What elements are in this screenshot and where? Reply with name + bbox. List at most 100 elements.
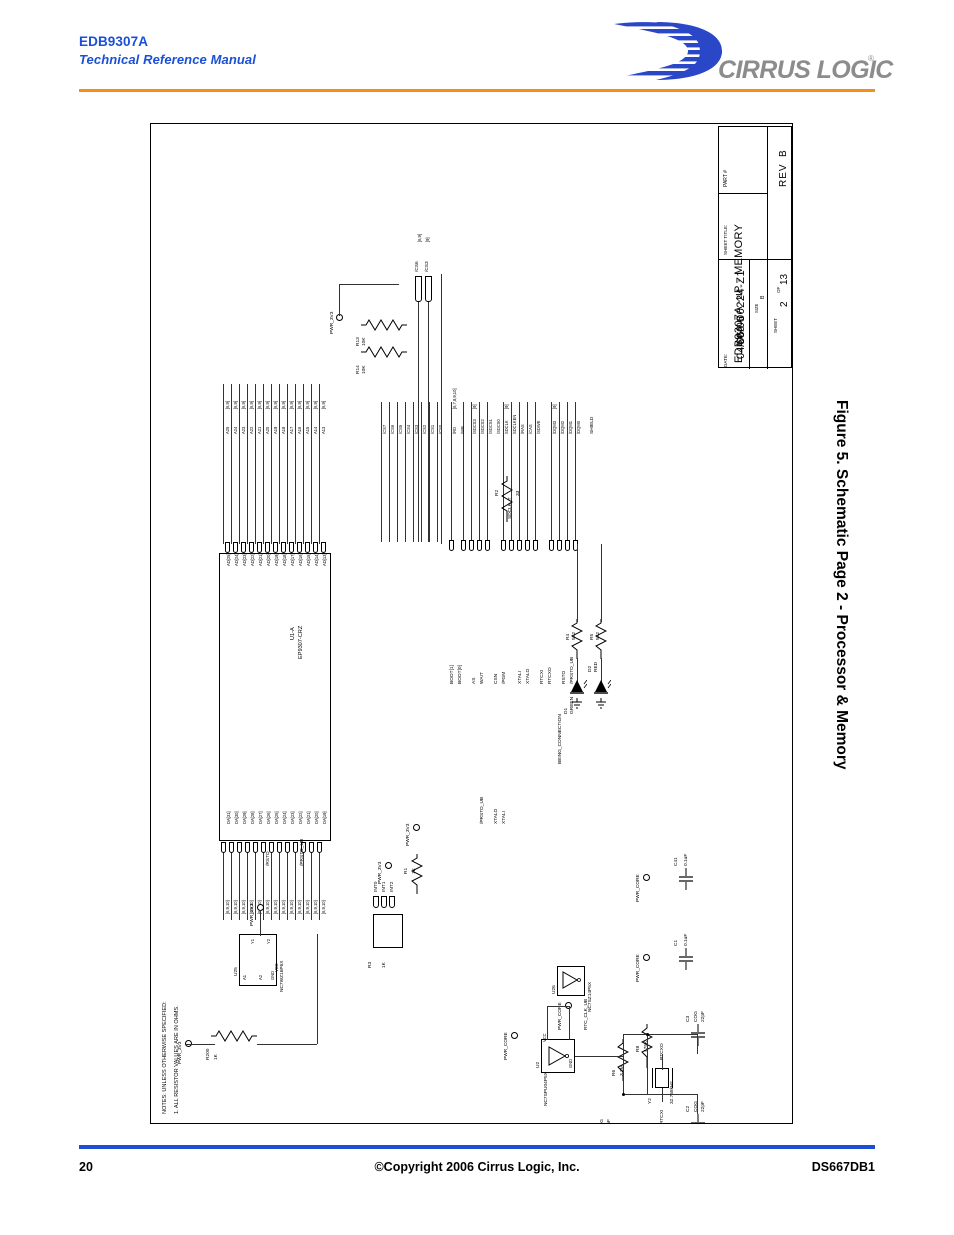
net-label-dqm1: /DQM1 xyxy=(568,421,573,434)
ic-u25-pin-a1: A1 xyxy=(242,974,247,980)
sheet-ref-da24: [6,9,10] xyxy=(281,900,286,914)
document-footer: 20 ©Copyright 2006 Cirrus Logic, Inc. DS… xyxy=(0,1140,954,1200)
sheet-ref-rdwr: [6,7,8,9,10] xyxy=(452,388,457,410)
resistor-r200-symbol xyxy=(211,1030,257,1042)
resistor-r2-value: 33 xyxy=(516,490,521,496)
resistor-r14-value: 10K xyxy=(362,365,367,374)
power-label-pwr3v3-r200: PWR_3V3 xyxy=(178,1041,183,1064)
pin-label-ad21: AD[21] xyxy=(258,553,263,566)
ic-u2-refdes: U2 xyxy=(536,1061,541,1068)
pin-label-da29: DA[29] xyxy=(242,811,247,824)
main-ic-part: EP9307-CRZ xyxy=(298,625,304,659)
net-label-xtalo: XTALO xyxy=(494,808,499,824)
crystal-y2-body xyxy=(655,1068,669,1088)
sheet-ref-a13: [6,9] xyxy=(321,401,326,409)
net-label-a14: A14 xyxy=(313,426,318,434)
cirrus-swoosh-icon xyxy=(614,22,722,80)
notes-heading: NOTES: UNLESS OTHERWISE SPECIFIED: xyxy=(162,1001,168,1114)
titleblock-part-label: PART # xyxy=(723,170,729,187)
net-label-shield: SHIELD xyxy=(590,416,595,434)
power-port-pwr3v3-r1 xyxy=(413,824,420,831)
net-label-cs2: /CS2 xyxy=(422,424,427,434)
net-label-sdclken: SDCLKEN xyxy=(512,414,517,434)
main-ic-body[interactable] xyxy=(219,553,331,841)
titleblock-rev-label: REV xyxy=(778,163,789,187)
ic-u2-pin-gnd: GND xyxy=(568,1058,573,1068)
pin-label-csn: CSN xyxy=(494,673,499,684)
net-label-cs6-pullup: /CS6 xyxy=(415,261,420,272)
capacitor-c3-refdes: C3 xyxy=(686,1015,691,1022)
inverter-u2-symbol xyxy=(548,1046,569,1066)
capacitor-c3-value: 22pF xyxy=(701,1011,706,1022)
sheet-ref-a24: [6,9] xyxy=(233,401,238,409)
pin-label-da31: DA[31] xyxy=(226,811,231,824)
resistor-r3-value: 1K xyxy=(382,962,387,968)
figure-caption: Figure 5. Schematic Page 2 - Processor &… xyxy=(833,400,850,770)
net-label-a24: A24 xyxy=(233,426,238,434)
footer-document-number: DS667DB1 xyxy=(811,1160,875,1174)
titleblock-sheet-number: 2 xyxy=(779,301,790,307)
ic-u25-refdes: U25 xyxy=(234,967,239,976)
titleblock-size-label: SIZE xyxy=(754,303,759,313)
sheet-ref-cs3: [9] xyxy=(425,237,430,242)
capacitor-c5-dielectric: COG xyxy=(600,1119,606,1123)
ic-u25-pin-vcc: VCC xyxy=(274,963,279,972)
resistor-r2-refdes: R2 xyxy=(495,489,500,496)
net-label-prsto-ub: /PRSTO_UB xyxy=(480,796,485,824)
net-label-cs7: /CS7 xyxy=(382,424,387,434)
sheet-ref-a21: [6,9] xyxy=(257,401,262,409)
pin-label-da21: DA[21] xyxy=(306,811,311,824)
titleblock-sheet-title-label: SHEET TITLE: xyxy=(723,224,728,255)
net-label-prsto: /PRSTO_UB xyxy=(300,838,305,866)
net-label-rtc-clk-note: BEING_CONNECTION xyxy=(558,714,563,764)
ic-u25-part: NC7WZ16P6X xyxy=(280,960,285,992)
ic-u2-part: NC7SPU04P5X xyxy=(544,1072,549,1106)
capacitor-c3-symbol xyxy=(691,1024,705,1046)
sheet-ref-da31: [6,9,10] xyxy=(225,900,230,914)
power-label-pwr3v3-cs: PWR_3V3 xyxy=(330,311,335,334)
net-label-a23: A23 xyxy=(241,426,246,434)
sheet-ref-a17: [6,9] xyxy=(289,401,294,409)
power-port-pwr-core-u26 xyxy=(511,1032,518,1039)
sheet-ref-a14: [6,9] xyxy=(313,401,318,409)
pin-label-ad14: AD[14] xyxy=(314,553,319,566)
power-port-pwr-core-c41 xyxy=(643,874,650,881)
sheet-ref-a15: [6,9] xyxy=(305,401,310,409)
sheet-ref-sdcs: [9] xyxy=(472,404,477,409)
titleblock-sheet-label: SHEET xyxy=(773,317,778,333)
document-page: EDB9307A Technical Reference Manual CIRR… xyxy=(0,0,954,1235)
header-title-block: EDB9307A Technical Reference Manual xyxy=(79,33,256,68)
sheet-ref-dqm: [9] xyxy=(552,404,557,409)
net-label-rtcxi: RTCXI xyxy=(660,1109,665,1124)
resistor-r2-symbol xyxy=(501,476,513,522)
ground-symbol-d2 xyxy=(596,698,606,709)
pin-label-as: AS xyxy=(472,677,477,684)
titleblock-sheet-of: OF xyxy=(776,286,781,293)
resistor-r1-symbol xyxy=(411,854,423,894)
net-label-int2: INT2 xyxy=(390,881,395,892)
net-label-a19: A19 xyxy=(273,426,278,434)
resistor-network-r3-body[interactable] xyxy=(373,914,403,948)
power-port-pwr-core-c1 xyxy=(643,954,650,961)
footer-blue-rule xyxy=(79,1145,875,1149)
power-label-pwr-core-c1: PWR_CORE xyxy=(636,954,641,982)
net-label-a17: A17 xyxy=(289,426,294,434)
power-label-pwr-core-u26: PWR_CORE xyxy=(504,1032,509,1060)
net-label-cas: /CAS xyxy=(528,424,533,434)
net-label-cs1: /CS1 xyxy=(430,424,435,434)
registered-trademark-icon: ® xyxy=(868,54,874,63)
crystal-y2-value: 32.768kHz xyxy=(670,1081,675,1104)
sheet-ref-da25: [6,9,10] xyxy=(273,900,278,914)
sheet-ref-da21: [6,9,10] xyxy=(305,900,310,914)
net-label-wr: /WR xyxy=(460,426,465,434)
pin-label-da30: DA[30] xyxy=(234,811,239,824)
ic-u25-pin-a2: A2 xyxy=(258,974,263,980)
net-label-cs6: /CS6 xyxy=(390,424,395,434)
capacitor-c2-symbol xyxy=(691,1114,705,1123)
net-label-ras: /RAS xyxy=(520,424,525,434)
power-label-pwr3v3-int: PWR_3V3 xyxy=(378,861,383,884)
sheet-ref-a25: [6,9] xyxy=(225,401,230,409)
pin-label-rtcxi: RTCXI xyxy=(540,669,545,684)
net-label-xtali: XTALI xyxy=(502,811,507,824)
pin-label-ad24: AD[24] xyxy=(234,553,239,566)
